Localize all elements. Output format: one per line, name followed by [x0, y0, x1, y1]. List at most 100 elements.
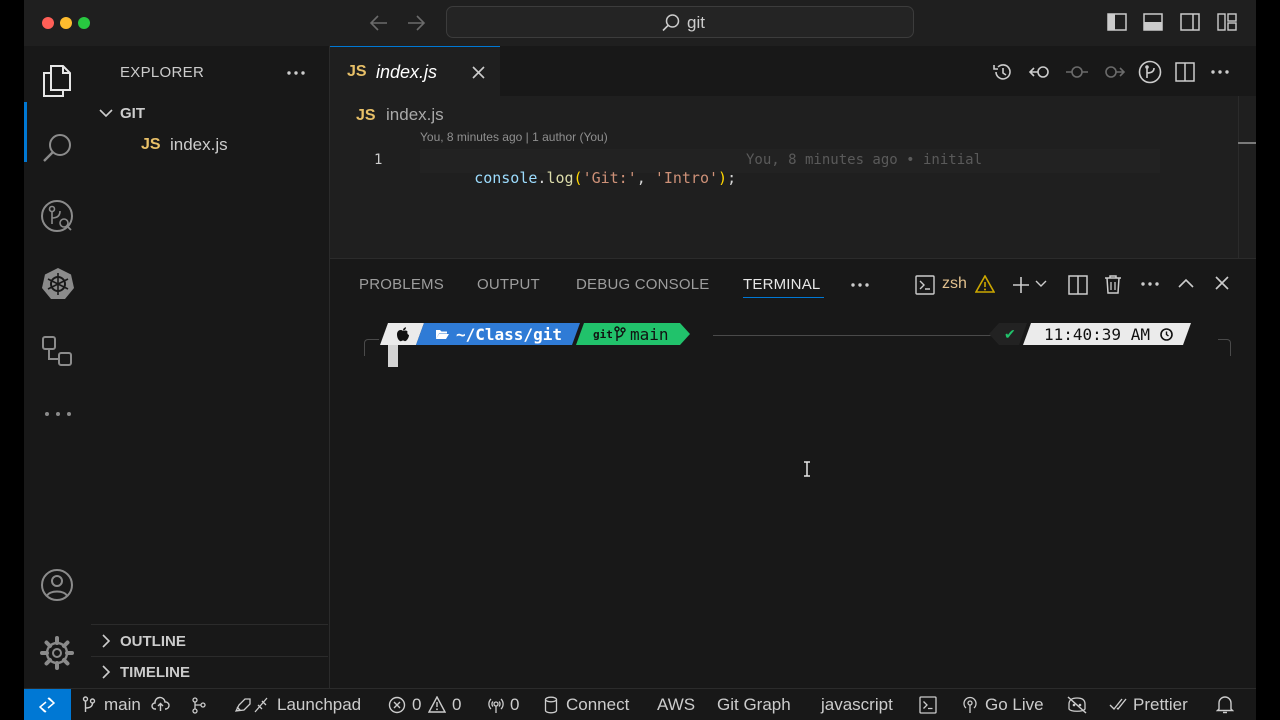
- outline-label: OUTLINE: [120, 633, 186, 650]
- editor-area[interactable]: JS index.js You, 8 minutes ago | 1 autho…: [330, 96, 1256, 258]
- search-view-icon[interactable]: [42, 132, 74, 164]
- clock-icon: [1160, 328, 1173, 341]
- toggle-primary-sidebar-icon[interactable]: [1107, 13, 1127, 31]
- customize-layout-icon[interactable]: [1217, 13, 1237, 31]
- maximize-panel-icon[interactable]: [1178, 277, 1194, 289]
- aws-status-item[interactable]: AWS: [657, 695, 695, 715]
- source-control-icon[interactable]: [40, 198, 76, 234]
- breadcrumb-file: index.js: [386, 105, 444, 124]
- forward-arrow-icon[interactable]: [405, 13, 427, 33]
- ports-count: 0: [510, 695, 520, 714]
- close-window-button[interactable]: [42, 17, 54, 29]
- double-check-icon: [1109, 697, 1129, 711]
- code-token: console: [474, 169, 538, 187]
- remote-icon: [39, 697, 55, 713]
- kill-terminal-trash-icon[interactable]: [1104, 274, 1122, 294]
- terminal-icon[interactable]: [919, 696, 937, 714]
- tab-label: index.js: [376, 62, 438, 82]
- code-token: log: [546, 169, 574, 187]
- prompt-time: 11:40:39 AM: [1044, 325, 1150, 344]
- panel-more-tabs-icon[interactable]: [850, 282, 870, 288]
- git-graph-status-item[interactable]: Git Graph: [717, 695, 791, 715]
- title-bar: git: [24, 0, 1256, 46]
- terminal-cursor: [388, 345, 398, 367]
- close-panel-icon[interactable]: [1215, 276, 1229, 290]
- search-icon: [661, 13, 681, 33]
- explorer-sidebar: EXPLORER GIT JS index.js OUTLINE TIMELIN…: [91, 46, 330, 688]
- publish-cloud-icon[interactable]: [151, 696, 171, 712]
- gitlens-graph-icon[interactable]: [190, 696, 208, 714]
- open-changes-previous-icon[interactable]: [1028, 61, 1052, 83]
- terminal-more-actions-icon[interactable]: [1140, 281, 1160, 287]
- launchpad-label: Launchpad: [277, 695, 362, 714]
- search-text: git: [687, 13, 705, 32]
- timeline-history-icon[interactable]: [992, 61, 1014, 83]
- minimize-window-button[interactable]: [60, 17, 72, 29]
- folder-git[interactable]: GIT: [91, 100, 328, 126]
- chevron-down-icon: [99, 108, 113, 118]
- file-item-index-js[interactable]: JS index.js: [91, 130, 328, 158]
- toggle-panel-icon[interactable]: [1143, 13, 1163, 31]
- code-token: ): [718, 169, 728, 187]
- outline-section-header[interactable]: OUTLINE: [91, 628, 328, 654]
- warning-icon: [975, 275, 995, 293]
- tab-index-js[interactable]: JS index.js: [330, 46, 500, 96]
- tab-debug-console[interactable]: DEBUG CONSOLE: [576, 276, 709, 293]
- maximize-window-button[interactable]: [78, 17, 90, 29]
- close-tab-icon[interactable]: [472, 66, 485, 79]
- notifications-bell-icon[interactable]: [1216, 695, 1234, 714]
- divider: [91, 624, 328, 625]
- editor-more-actions-icon[interactable]: [1210, 69, 1230, 75]
- bottom-panel: PROBLEMS OUTPUT DEBUG CONSOLE TERMINAL z…: [330, 258, 1256, 689]
- explorer-more-actions-icon[interactable]: [286, 70, 306, 76]
- code-token: (: [573, 169, 583, 187]
- prompt-status-check: ✔: [1004, 326, 1016, 342]
- code-line[interactable]: console.log('Git:', 'Intro');: [420, 151, 736, 205]
- remote-explorer-icon[interactable]: [42, 336, 74, 368]
- explorer-files-icon[interactable]: [41, 64, 73, 98]
- toggle-secondary-sidebar-icon[interactable]: [1180, 13, 1200, 31]
- minimap-slider[interactable]: [1238, 142, 1256, 144]
- js-file-icon: JS: [141, 136, 161, 153]
- divider: [91, 656, 328, 657]
- apple-logo-icon: [396, 327, 410, 342]
- active-tab-underline: [743, 297, 824, 298]
- status-bar: main Launchpad 0 0 0 Connect AWS Git Gra…: [24, 688, 1256, 720]
- chevron-down-icon[interactable]: [1035, 280, 1047, 288]
- active-view-indicator: [24, 102, 27, 162]
- vscode-window: git EXPLORER GIT JS index.js OUTLINE TIM…: [24, 0, 1256, 720]
- split-editor-icon[interactable]: [1175, 62, 1195, 82]
- command-center-search[interactable]: git: [446, 6, 914, 38]
- warning-count: 0: [452, 695, 462, 714]
- git-branch-icon: [614, 326, 626, 342]
- prompt-frame-left: [364, 339, 379, 356]
- back-arrow-icon[interactable]: [368, 13, 390, 33]
- text-cursor-ibeam-icon: [802, 461, 812, 477]
- kubernetes-icon[interactable]: [41, 267, 75, 301]
- codelens-authors[interactable]: You, 8 minutes ago | 1 author (You): [420, 130, 608, 144]
- gitlens-inspect-icon[interactable]: [1138, 60, 1162, 84]
- accounts-icon[interactable]: [40, 568, 74, 602]
- breadcrumb[interactable]: JS index.js: [356, 105, 444, 125]
- folder-label: GIT: [120, 105, 145, 122]
- chevron-right-icon: [101, 665, 111, 679]
- timeline-section-header[interactable]: TIMELINE: [91, 659, 328, 685]
- more-views-icon[interactable]: [44, 410, 72, 418]
- chevron-right-icon: [101, 634, 111, 648]
- settings-gear-icon[interactable]: [40, 636, 74, 670]
- new-terminal-plus-icon[interactable]: [1011, 275, 1031, 295]
- tab-problems[interactable]: PROBLEMS: [359, 276, 444, 293]
- remote-indicator[interactable]: [24, 689, 71, 720]
- tab-terminal[interactable]: TERMINAL: [743, 276, 820, 293]
- split-terminal-icon[interactable]: [1068, 275, 1088, 295]
- tab-output[interactable]: OUTPUT: [477, 276, 540, 293]
- error-icon: [388, 696, 406, 714]
- language-mode[interactable]: javascript: [821, 695, 893, 715]
- broadcast-icon: [961, 696, 979, 714]
- code-token: ,: [636, 169, 655, 187]
- copilot-disabled-icon[interactable]: [1066, 696, 1088, 714]
- terminal-shell-name: zsh: [942, 275, 967, 292]
- open-changes-next-icon: [1102, 61, 1126, 83]
- rocket-icon: [233, 696, 269, 714]
- minimap-border: [1238, 96, 1239, 258]
